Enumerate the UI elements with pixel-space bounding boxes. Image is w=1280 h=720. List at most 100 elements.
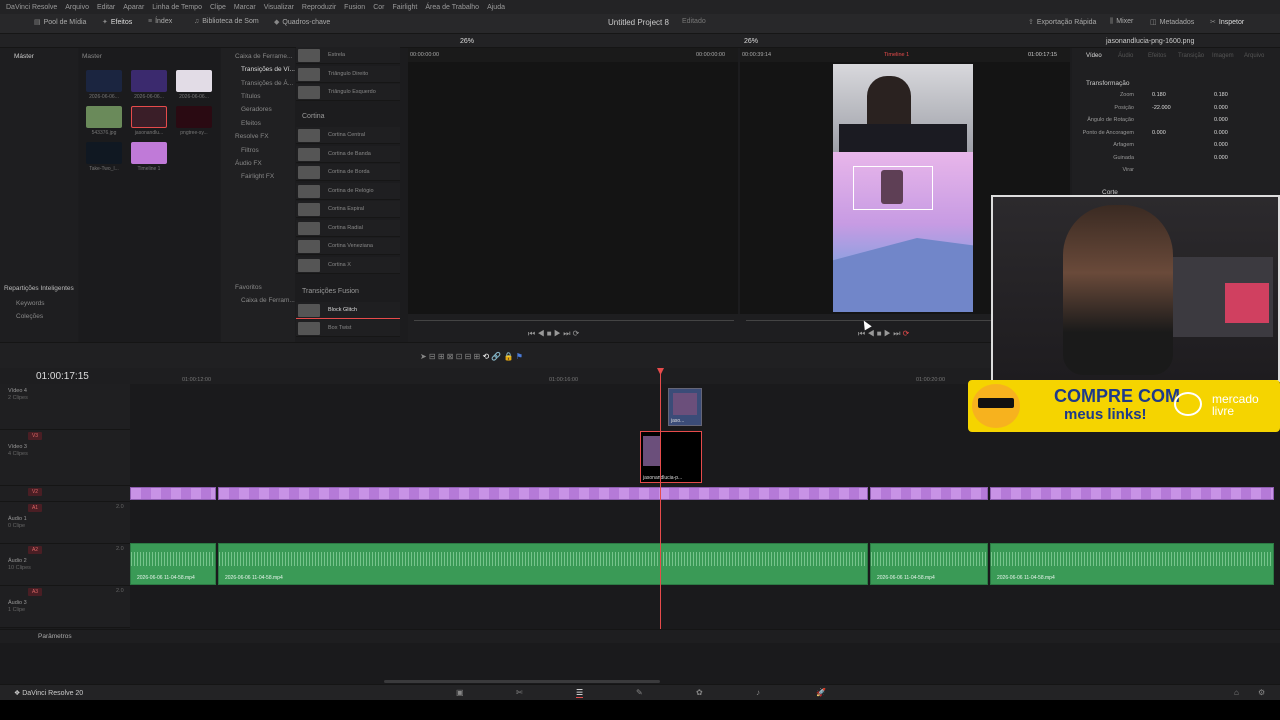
media-thumbnail[interactable] bbox=[86, 106, 122, 128]
inspector-value-y[interactable]: 0.000 bbox=[1214, 130, 1228, 136]
sound-library-button[interactable]: ♫ Biblioteca de Som bbox=[194, 18, 259, 25]
track-header[interactable]: Vídeo 42 Clipes bbox=[0, 384, 130, 430]
tree-resolve-fx[interactable]: Resolve FX bbox=[235, 133, 269, 140]
inspector-value-y[interactable]: 0.000 bbox=[1214, 142, 1228, 148]
menu-item[interactable]: Cor bbox=[373, 4, 384, 11]
menu-item[interactable]: Arquivo bbox=[65, 4, 89, 11]
effects-section-title[interactable]: Transições Fusion bbox=[302, 288, 359, 295]
inspector-tab-transition[interactable]: Transição bbox=[1178, 53, 1204, 59]
fusion-page-icon[interactable]: ✎ bbox=[636, 688, 643, 697]
video-3-clip[interactable]: jasonandlucia-p... bbox=[640, 431, 702, 483]
menu-item[interactable]: Fusion bbox=[344, 4, 365, 11]
tree-effects[interactable]: Efeitos bbox=[241, 120, 261, 127]
bin-master[interactable]: Máster bbox=[14, 53, 34, 60]
menu-item[interactable]: Marcar bbox=[234, 4, 256, 11]
timeline-name[interactable]: Timeline 1 bbox=[884, 52, 909, 58]
smart-bin-keywords[interactable]: Keywords bbox=[16, 300, 45, 307]
media-thumbnail[interactable] bbox=[131, 106, 167, 128]
deliver-page-icon[interactable]: 🚀 bbox=[816, 688, 826, 697]
track-header[interactable]: V2 bbox=[0, 486, 130, 502]
audio-clip[interactable]: 2026-06-06 11-04-58.mp4 bbox=[990, 543, 1274, 585]
track-volume[interactable]: 2.0 bbox=[116, 504, 124, 510]
media-thumbnail[interactable] bbox=[86, 70, 122, 92]
tree-favorites[interactable]: Favoritos bbox=[235, 284, 262, 291]
tree-generators[interactable]: Geradores bbox=[241, 106, 272, 113]
effect-item[interactable]: Block Glitch bbox=[296, 302, 400, 319]
effect-item[interactable]: Estrela bbox=[296, 47, 400, 64]
effect-item[interactable]: Cortina Veneziana bbox=[296, 238, 400, 255]
effect-item[interactable]: Cortina de Relógio bbox=[296, 182, 400, 200]
tree-toolbox[interactable]: Caixa de Ferrame... bbox=[235, 53, 292, 60]
keyframes-button[interactable]: ◆ Quadros-chave bbox=[274, 18, 330, 26]
horizontal-scrollbar[interactable] bbox=[384, 680, 660, 683]
loop-icon[interactable]: ⟳ bbox=[903, 329, 910, 338]
media-pool-button[interactable]: ▤ Pool de Mídia bbox=[34, 18, 86, 26]
menu-item[interactable]: Clipe bbox=[210, 4, 226, 11]
quick-export-button[interactable]: ⇪ Exportação Rápida bbox=[1028, 18, 1096, 26]
transform-section[interactable]: Transformação bbox=[1086, 80, 1129, 87]
inspector-value-x[interactable]: 0.180 bbox=[1152, 92, 1166, 98]
effect-item[interactable]: Triângulo Direito bbox=[296, 65, 400, 83]
audio-clip[interactable]: 2026-06-06 11-04-58.mp4 bbox=[870, 543, 988, 585]
inspector-value-x[interactable]: -22.000 bbox=[1152, 105, 1171, 111]
fairlight-page-icon[interactable]: ♪ bbox=[756, 688, 760, 697]
tree-titles[interactable]: Títulos bbox=[241, 93, 261, 100]
effect-item[interactable]: Cortina Central bbox=[296, 127, 400, 144]
effect-item[interactable]: Cortina de Banda bbox=[296, 145, 400, 163]
video-2-clip[interactable] bbox=[990, 487, 1274, 500]
menu-item[interactable]: Editar bbox=[97, 4, 115, 11]
menu-item[interactable]: Aparar bbox=[123, 4, 144, 11]
video-2-clip[interactable] bbox=[870, 487, 988, 500]
source-viewer[interactable] bbox=[408, 62, 738, 314]
tree-audio-transitions[interactable]: Transições de Á... bbox=[241, 80, 293, 87]
inspector-value-y[interactable]: 0.180 bbox=[1214, 92, 1228, 98]
timeline-transport-controls[interactable]: ⏮ ◀ ■ ▶ ⏭ ⟳ bbox=[858, 329, 909, 339]
effect-item[interactable]: Cortina Radial bbox=[296, 219, 400, 237]
effects-button[interactable]: ✦ Efeitos bbox=[102, 18, 132, 26]
effects-section-title[interactable]: Cortina bbox=[302, 113, 325, 120]
cut-page-icon[interactable]: ✄ bbox=[516, 688, 523, 697]
inspector-tab-image[interactable]: Imagem bbox=[1212, 53, 1234, 59]
menu-item[interactable]: Visualizar bbox=[264, 4, 294, 11]
edit-page-icon[interactable]: ☰ bbox=[576, 688, 584, 698]
media-thumbnail[interactable] bbox=[176, 106, 212, 128]
home-icon[interactable]: ⌂ bbox=[1234, 688, 1239, 697]
zoom-left[interactable]: 26% bbox=[460, 38, 474, 45]
inspector-value-y[interactable]: 0.000 bbox=[1214, 155, 1228, 161]
parameters-label[interactable]: Parâmetros bbox=[38, 633, 72, 640]
source-transport-controls[interactable]: ⏮ ◀ ■ ▶ ⏭ ⟳ bbox=[528, 329, 579, 339]
playhead[interactable] bbox=[660, 370, 661, 650]
track-header[interactable]: V3 Vídeo 34 Clipes bbox=[0, 430, 130, 486]
video-2-clip[interactable] bbox=[218, 487, 868, 500]
smart-bin-collections[interactable]: Coleções bbox=[16, 313, 43, 320]
audio-clip[interactable]: 2026-06-06 11-04-58.mp4 bbox=[218, 543, 868, 585]
tree-video-transitions[interactable]: Transições de Ví... bbox=[241, 66, 295, 73]
track-badge[interactable]: A3 bbox=[28, 588, 42, 596]
color-page-icon[interactable]: ✿ bbox=[696, 688, 703, 697]
menu-item[interactable]: Reproduzir bbox=[302, 4, 336, 11]
media-thumbnail[interactable] bbox=[86, 142, 122, 164]
inspector-value-y[interactable]: 0.000 bbox=[1214, 117, 1228, 123]
media-page-icon[interactable]: ▣ bbox=[456, 688, 464, 697]
menu-item[interactable]: Ajuda bbox=[487, 4, 505, 11]
track-badge[interactable]: V2 bbox=[28, 488, 42, 496]
inspector-tab-audio[interactable]: Áudio bbox=[1118, 53, 1133, 59]
tree-fav-toolbox[interactable]: Caixa de Ferram... bbox=[241, 297, 295, 304]
tree-audio-fx[interactable]: Áudio FX bbox=[235, 160, 262, 167]
track-volume[interactable]: 2.0 bbox=[116, 588, 124, 594]
edit-tools[interactable]: ➤ ⊟ ⊞ ⊠ ⊡ ⊟ ⊞ ⟲ 🔗 🔒 ⚑ bbox=[420, 352, 523, 361]
track-header[interactable]: A2 Áudio 2 10 Clipes 2.0 bbox=[0, 544, 130, 586]
zoom-right[interactable]: 26% bbox=[744, 38, 758, 45]
track-badge[interactable]: A2 bbox=[28, 546, 42, 554]
settings-icon[interactable]: ⚙ bbox=[1258, 688, 1265, 697]
inspector-button[interactable]: ✂ Inspetor bbox=[1210, 18, 1244, 26]
media-thumbnail[interactable] bbox=[131, 70, 167, 92]
effect-item[interactable]: Cortina de Borda bbox=[296, 164, 400, 181]
effect-item[interactable]: Cortina Espiral bbox=[296, 201, 400, 218]
track-header[interactable]: A1 Áudio 10 Clipe 2.0 bbox=[0, 502, 130, 544]
effect-item[interactable]: Triângulo Esquerdo bbox=[296, 84, 400, 101]
track-badge[interactable]: A1 bbox=[28, 504, 42, 512]
track-badge[interactable]: V3 bbox=[28, 432, 42, 440]
menu-item[interactable]: Área de Trabalho bbox=[425, 4, 479, 11]
track-header[interactable]: A3 Áudio 31 Clipe 2.0 bbox=[0, 586, 130, 628]
